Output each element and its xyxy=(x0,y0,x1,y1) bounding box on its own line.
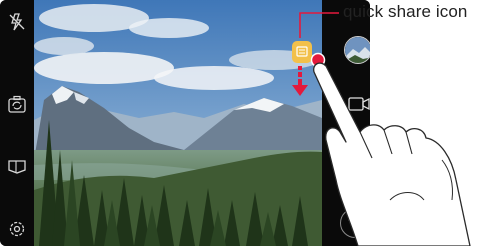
gear-icon[interactable] xyxy=(5,217,29,241)
hand-illustration xyxy=(313,62,471,246)
landscape-preview-image xyxy=(34,0,322,246)
camera-viewfinder[interactable] xyxy=(34,0,322,246)
quick-share-callout-label: quick share icon xyxy=(343,2,468,21)
switch-camera-icon[interactable] xyxy=(5,93,29,117)
mode-icon[interactable] xyxy=(5,155,29,179)
left-control-bar xyxy=(0,0,34,246)
flash-off-icon[interactable] xyxy=(5,10,29,34)
